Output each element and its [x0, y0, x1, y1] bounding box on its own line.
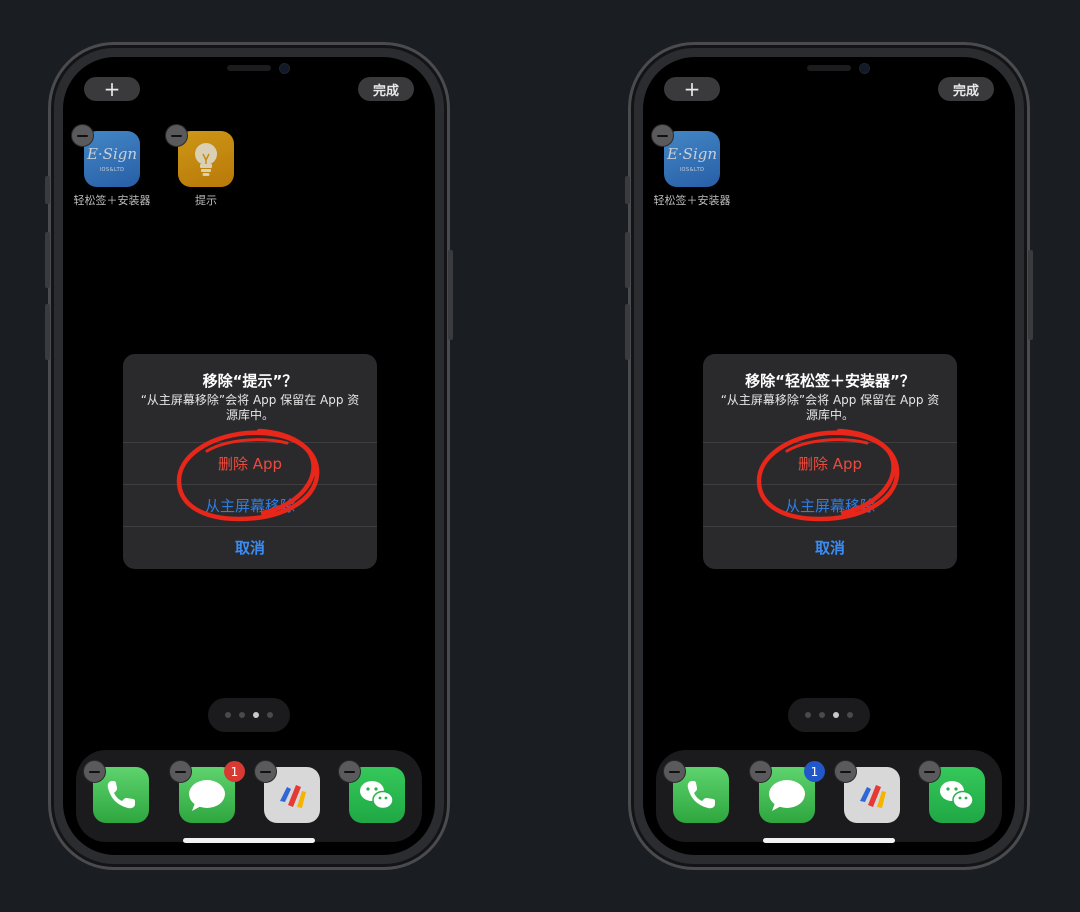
volume-down-button [45, 304, 50, 360]
remove-app-minus-icon[interactable] [749, 760, 772, 783]
remove-app-minus-icon[interactable] [834, 760, 857, 783]
mute-switch [625, 176, 630, 204]
done-button[interactable]: 完成 [938, 77, 994, 101]
power-button [448, 250, 453, 340]
remove-app-minus-icon[interactable] [663, 760, 686, 783]
dialog-title: 移除“轻松签＋安装器”？ [745, 372, 915, 390]
remove-app-dialog: 移除“轻松签＋安装器”？ “从主屏幕移除”会将 App 保留在 App 资源库中… [703, 354, 957, 569]
dialog-message: “从主屏幕移除”会将 App 保留在 App 资源库中。 [140, 393, 360, 422]
remove-app-minus-icon[interactable] [254, 760, 277, 783]
page-indicator[interactable] [788, 698, 870, 732]
delete-app-button[interactable]: 删除 App [703, 443, 957, 484]
page-dot [239, 712, 245, 718]
home-indicator[interactable] [183, 838, 315, 843]
delete-app-button[interactable]: 删除 App [123, 443, 377, 484]
remove-from-home-button[interactable]: 从主屏幕移除 [123, 485, 377, 526]
volume-up-button [625, 232, 630, 288]
remove-app-minus-icon[interactable] [918, 760, 941, 783]
home-screen-right: + 完成 E·Sign IOS&LTD 轻松签＋安装器 移除“轻松签＋安装器”？… [643, 57, 1015, 855]
speaker [227, 65, 271, 71]
speaker [807, 65, 851, 71]
phone-frame-left: + 完成 E·Sign IOS&LTD 轻松签＋安装器 提示 移除“提示”？ “… [45, 42, 453, 870]
esign-sub-text: IOS&LTD [99, 167, 125, 173]
home-indicator[interactable] [763, 838, 895, 843]
power-button [1028, 250, 1033, 340]
page-dot [225, 712, 231, 718]
remove-app-minus-icon[interactable] [169, 760, 192, 783]
dialog-message: “从主屏幕移除”会将 App 保留在 App 资源库中。 [720, 393, 940, 422]
page-dot-active [833, 712, 839, 718]
app-label: 提示 [195, 194, 217, 207]
remove-from-home-button[interactable]: 从主屏幕移除 [703, 485, 957, 526]
phone-frame-right: + 完成 E·Sign IOS&LTD 轻松签＋安装器 移除“轻松签＋安装器”？… [625, 42, 1033, 870]
remove-app-dialog: 移除“提示”？ “从主屏幕移除”会将 App 保留在 App 资源库中。 删除 … [123, 354, 377, 569]
home-screen-left: + 完成 E·Sign IOS&LTD 轻松签＋安装器 提示 移除“提示”？ “… [63, 57, 435, 855]
remove-app-minus-icon[interactable] [71, 124, 94, 147]
camera-icon [860, 64, 869, 73]
page-dot [267, 712, 273, 718]
remove-app-minus-icon[interactable] [338, 760, 361, 783]
add-widget-button[interactable]: + [664, 77, 720, 101]
notification-badge: 1 [224, 761, 245, 782]
page-dot [847, 712, 853, 718]
camera-icon [280, 64, 289, 73]
done-button[interactable]: 完成 [358, 77, 414, 101]
app-label: 轻松签＋安装器 [73, 194, 151, 207]
esign-sub-text: IOS&LTD [679, 167, 705, 173]
notification-badge: 1 [804, 761, 825, 782]
remove-app-minus-icon[interactable] [651, 124, 674, 147]
cancel-button[interactable]: 取消 [703, 527, 957, 568]
app-label: 轻松签＋安装器 [653, 194, 731, 207]
remove-app-minus-icon[interactable] [83, 760, 106, 783]
page-indicator[interactable] [208, 698, 290, 732]
cancel-button[interactable]: 取消 [123, 527, 377, 568]
esign-logo-text: E·Sign [666, 145, 718, 163]
volume-up-button [45, 232, 50, 288]
add-widget-button[interactable]: + [84, 77, 140, 101]
remove-app-minus-icon[interactable] [165, 124, 188, 147]
volume-down-button [625, 304, 630, 360]
page-dot-active [253, 712, 259, 718]
page-dot [805, 712, 811, 718]
mute-switch [45, 176, 50, 204]
dialog-title: 移除“提示”？ [202, 372, 298, 390]
page-dot [819, 712, 825, 718]
esign-logo-text: E·Sign [86, 145, 138, 163]
